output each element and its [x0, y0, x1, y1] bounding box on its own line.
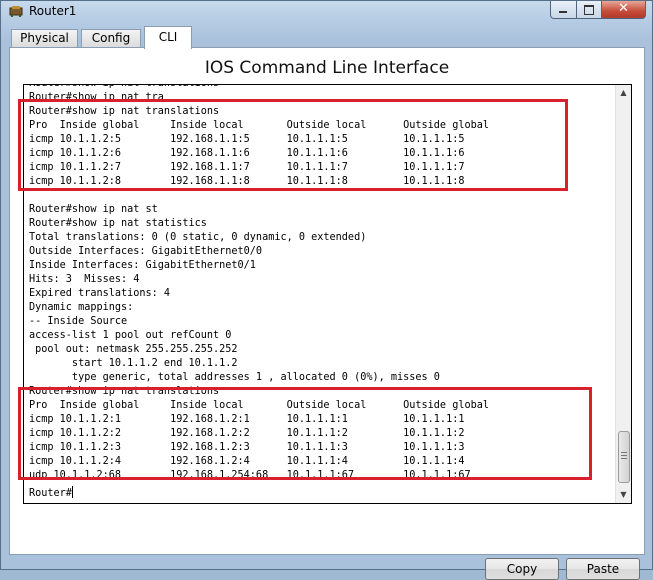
terminal-line: pool out: netmask 255.255.255.252 [29, 344, 238, 355]
panel-title: IOS Command Line Interface [204, 58, 450, 78]
paste-button[interactable]: Paste [566, 558, 640, 580]
tab-physical[interactable]: Physical [11, 29, 78, 47]
terminal-line: Expired translations: 4 [29, 288, 171, 299]
terminal-line: -- Inside Source [29, 316, 128, 327]
highlight-box-first-translations [18, 99, 568, 191]
terminal-line: start 10.1.1.2 end 10.1.1.2 [29, 358, 238, 369]
terminal-line: type generic, total addresses 1 , alloca… [29, 372, 440, 383]
scrollbar-thumb[interactable] [618, 431, 630, 483]
grip-line [621, 458, 627, 459]
tab-config[interactable]: Config [81, 29, 141, 47]
copy-button[interactable]: Copy [485, 558, 559, 580]
window-title: Router1 [29, 4, 77, 18]
grip-line [621, 455, 627, 456]
prompt-text: Router# [29, 488, 72, 499]
router1-window: Router1 ✕ Physical Config CLI IOS Comman… [0, 0, 653, 580]
minimize-icon [559, 11, 567, 13]
maximize-button[interactable] [577, 1, 602, 19]
title-bar[interactable]: Router1 ✕ [1, 1, 652, 23]
minimize-button[interactable] [550, 1, 577, 19]
grip-line [621, 452, 627, 453]
router-app-icon [9, 6, 23, 17]
terminal-line: Hits: 3 Misses: 4 [29, 274, 140, 285]
close-button[interactable]: ✕ [602, 1, 646, 19]
terminal-line: Outside Interfaces: GigabitEthernet0/0 [29, 246, 263, 257]
terminal-line: Router#show ip nat st [29, 204, 158, 215]
terminal-line: Dynamic mappings: [29, 302, 134, 313]
terminal-line: access-list 1 pool out refCount 0 [29, 330, 232, 341]
terminal-scrollbar[interactable]: ▲ ▼ [615, 85, 631, 503]
tab-cli[interactable]: CLI [144, 26, 192, 49]
close-icon: ✕ [618, 1, 629, 16]
text-caret [71, 486, 73, 498]
terminal-line: Total translations: 0 (0 static, 0 dynam… [29, 232, 367, 243]
maximize-icon [584, 5, 594, 15]
scroll-down-arrow-icon[interactable]: ▼ [616, 487, 631, 503]
terminal-line: Inside Interfaces: GigabitEthernet0/1 [29, 260, 256, 271]
terminal-line: Router#show ip nat translations [29, 85, 614, 91]
terminal-line: Router#show ip nat statistics [29, 218, 207, 229]
command-prompt[interactable]: Router# [29, 486, 73, 501]
highlight-box-second-translations [18, 387, 592, 480]
scroll-up-arrow-icon[interactable]: ▲ [616, 85, 631, 101]
